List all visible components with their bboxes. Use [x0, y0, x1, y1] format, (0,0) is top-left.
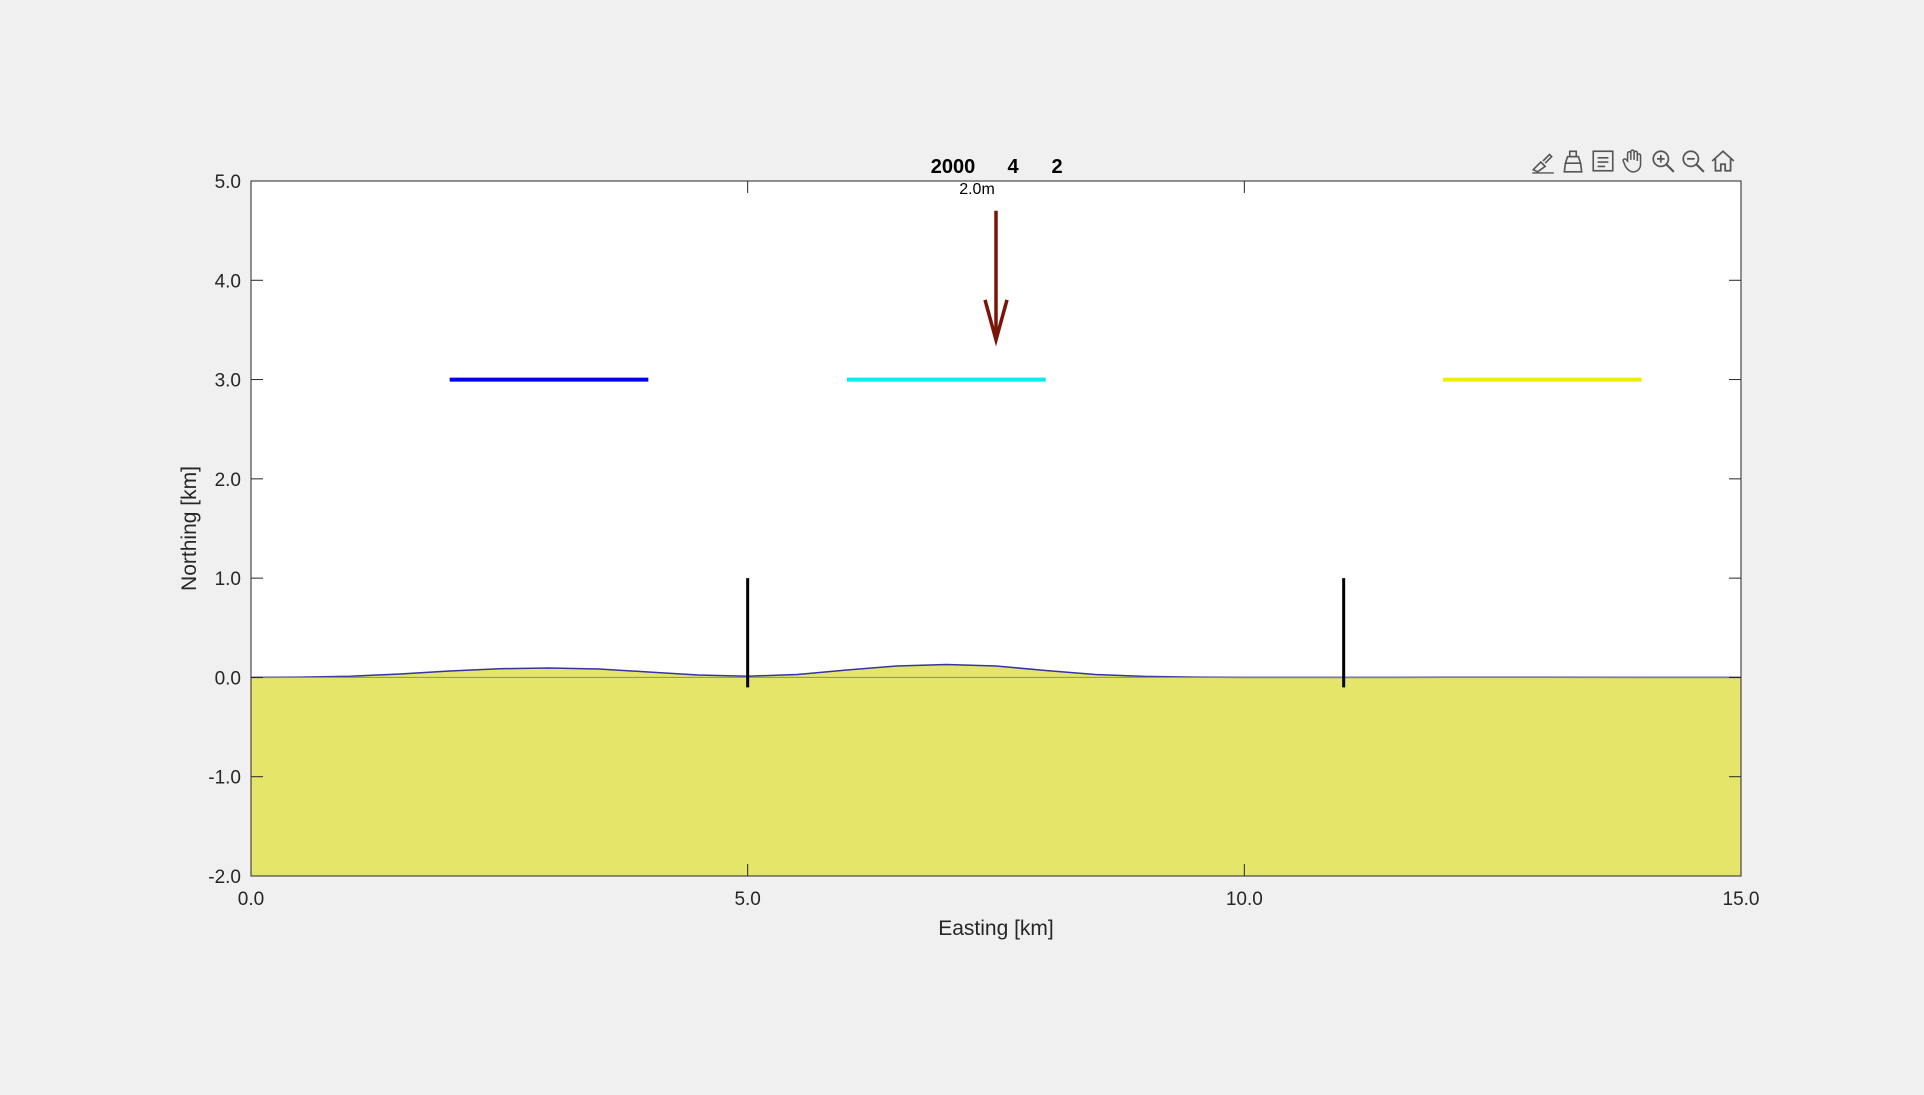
- x-tick-label: 15.0: [1723, 889, 1760, 910]
- x-axis-label: Easting [km]: [938, 917, 1054, 940]
- y-tick-label: 0.0: [215, 668, 241, 689]
- y-tick-label: 5.0: [215, 172, 241, 193]
- y-axis-label: Northing [km]: [178, 466, 201, 591]
- y-tick-label: 3.0: [215, 371, 241, 392]
- x-tick-label: 5.0: [734, 889, 760, 910]
- y-tick-label: -2.0: [208, 867, 241, 888]
- y-tick-label: -1.0: [208, 768, 241, 789]
- title-part-month: 4: [1007, 156, 1019, 178]
- x-tick-label: 0.0: [238, 889, 264, 910]
- x-tick-label: 10.0: [1226, 889, 1263, 910]
- arrow-scale-label: 2.0m: [959, 181, 995, 198]
- y-tick-label: 4.0: [215, 271, 241, 292]
- figure-canvas: 0.0 5.0 10.0 15.0 5.0 4.0 3.0 2.0 1.0 0.0 -1.0 -2.…: [178, 156, 1760, 940]
- title-part-year: 2000: [931, 156, 976, 178]
- y-tick-label: 1.0: [215, 569, 241, 590]
- title-part-day: 2: [1051, 156, 1062, 178]
- chart-title: 2000 4 2: [931, 156, 1063, 178]
- y-tick-label: 2.0: [215, 470, 241, 491]
- ground-fill: [251, 664, 1741, 876]
